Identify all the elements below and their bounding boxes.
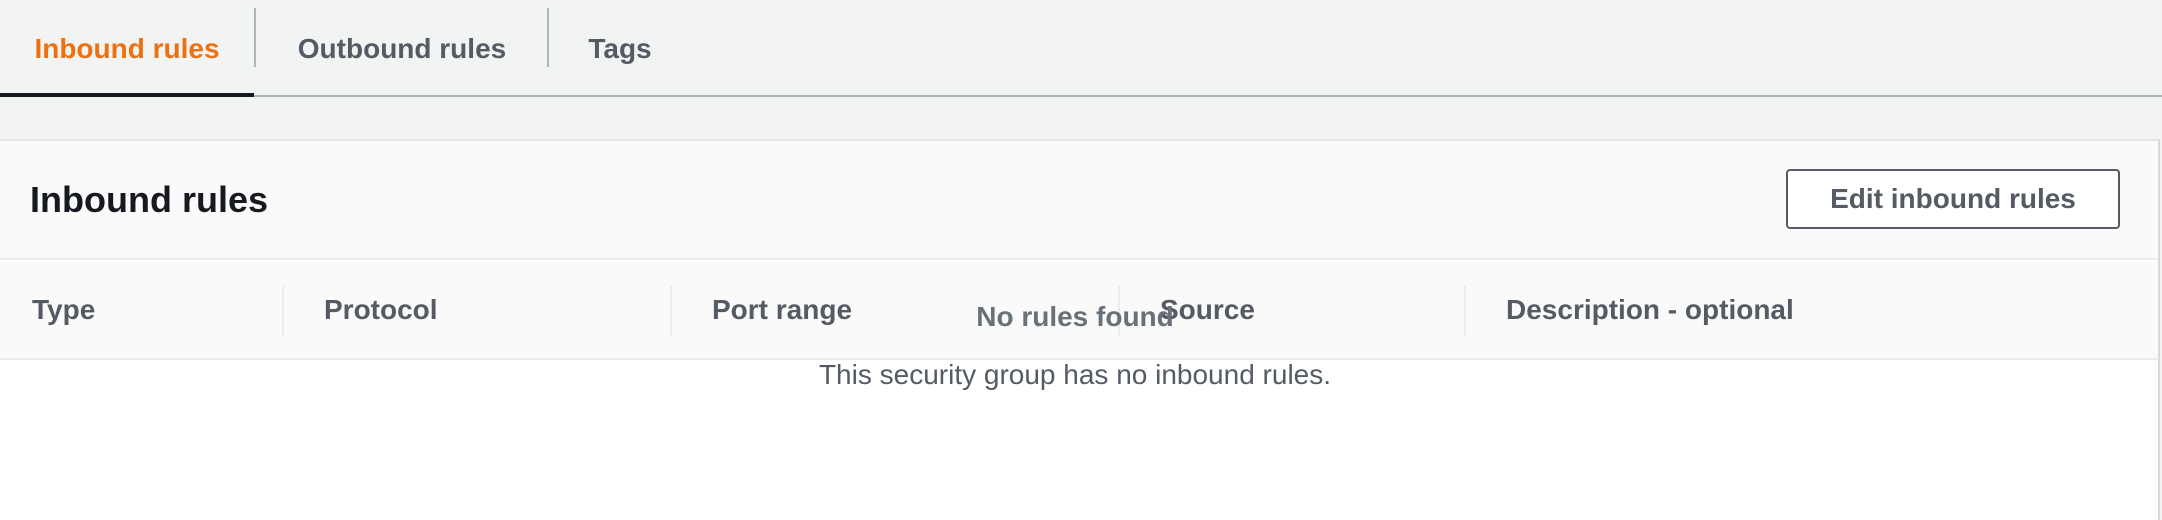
panel-header: Inbound rules Edit inbound rules <box>0 141 2158 260</box>
tab-inbound-rules[interactable]: Inbound rules <box>0 0 254 97</box>
panel-title: Inbound rules <box>30 179 268 220</box>
edit-inbound-rules-button[interactable]: Edit inbound rules <box>1786 169 2120 229</box>
tab-bar: Inbound rules Outbound rules Tags <box>0 0 2162 97</box>
active-tab-indicator <box>0 93 254 97</box>
empty-state-title: No rules found <box>976 301 1174 332</box>
inbound-rules-panel: Inbound rules Edit inbound rules Type Pr… <box>0 139 2160 520</box>
tab-divider <box>547 8 549 67</box>
tab-tags[interactable]: Tags <box>550 0 690 97</box>
empty-state-description: This security group has no inbound rules… <box>818 359 1332 390</box>
tab-outbound-rules[interactable]: Outbound rules <box>256 0 548 97</box>
